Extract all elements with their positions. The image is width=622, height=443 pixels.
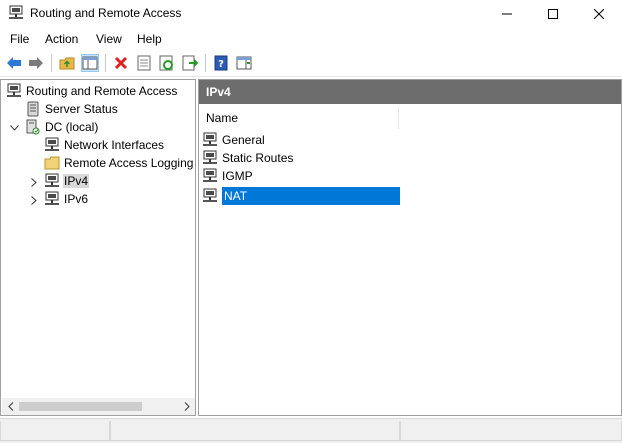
menu-view[interactable]: View [96,32,122,46]
tree-item-ipv6[interactable]: IPv6 [44,190,89,208]
list-item-label: Static Routes [222,151,294,165]
tree-item-dc-local[interactable]: DC (local) [25,118,99,136]
tree-item-label: DC (local) [45,120,99,134]
igmp-icon [202,168,218,184]
tree-item-label: Remote Access Logging [64,156,194,170]
forward-arrow-icon [29,57,43,69]
chevron-right-icon[interactable] [29,195,39,205]
chevron-right-icon[interactable] [29,177,39,187]
export-list-button[interactable] [181,54,199,72]
svg-text:?: ? [218,59,224,70]
delete-button[interactable] [112,54,130,72]
forward-button[interactable] [27,54,45,72]
help-button[interactable]: ? [212,54,230,72]
nat-icon [202,188,218,204]
list-item-general[interactable]: General [202,131,400,149]
folder-icon [44,155,60,171]
tree-item-ipv4[interactable]: IPv4 [44,172,90,190]
ipv4-network-icon [44,173,60,189]
server-status-icon [25,101,41,117]
back-button[interactable] [5,54,23,72]
tree-root-routing-and-remote-access[interactable]: Routing and Remote Access [6,82,178,100]
rras-network-icon [8,5,24,24]
tree-item-network-interfaces[interactable]: Network Interfaces [44,136,165,154]
show-hide-console-tree-button[interactable] [81,54,99,72]
up-folder-icon [59,57,75,70]
list-item-static-routes[interactable]: Static Routes [202,149,400,167]
refresh-icon [159,55,173,71]
chevron-down-icon[interactable] [9,123,19,133]
details-pane: IPv4 Name General Static Routes IGMP NAT [198,79,622,416]
tree-item-label: IPv6 [64,192,89,206]
delete-icon [114,56,128,70]
properties-button[interactable] [135,54,153,72]
tree-item-label: IPv4 [63,174,90,188]
show-hide-action-pane-icon [236,56,252,70]
rras-network-icon [6,83,22,99]
back-arrow-icon [7,57,21,69]
toolbar: ? [0,50,622,77]
properties-icon [137,55,151,71]
export-list-icon [182,55,198,71]
menu-file[interactable]: File [10,32,29,46]
list-item-igmp[interactable]: IGMP [202,167,400,185]
tree-item-server-status[interactable]: Server Status [25,100,119,118]
status-segment [0,421,110,441]
horizontal-scrollbar[interactable] [2,398,195,415]
general-icon [202,132,218,148]
show-hide-console-tree-icon [82,56,98,70]
list-item-label: NAT [222,187,400,205]
menu-help[interactable]: Help [137,32,162,46]
list-item-label: General [222,133,265,147]
status-bar [0,418,622,443]
ipv6-network-icon [44,191,60,207]
show-hide-action-pane-button[interactable] [235,54,253,72]
tree-item-label: Routing and Remote Access [26,84,178,98]
network-interfaces-icon [44,137,60,153]
minimize-icon [502,13,512,15]
console-tree: Routing and Remote Access Server Status … [0,79,196,416]
list-item-nat[interactable]: NAT [202,187,400,205]
tree-item-label: Server Status [45,102,118,116]
title-bar: Routing and Remote Access [0,0,622,28]
window-title: Routing and Remote Access [30,6,182,20]
tree-item-label: Network Interfaces [64,138,165,152]
close-button[interactable] [576,0,622,28]
column-header-name[interactable]: Name [201,107,399,129]
scrollbar-thumb[interactable] [19,402,142,411]
up-one-level-button[interactable] [58,54,76,72]
status-segment [110,421,400,441]
refresh-button[interactable] [158,54,176,72]
tree-item-remote-access-logging[interactable]: Remote Access Logging [44,154,194,172]
menu-action[interactable]: Action [45,32,78,46]
menu-bar: File Action View Help [0,29,622,49]
help-icon: ? [214,55,228,71]
static-routes-icon [202,150,218,166]
status-segment [400,421,622,441]
close-icon [594,9,604,19]
maximize-button[interactable] [530,0,576,28]
scroll-left-icon[interactable] [2,398,19,415]
list-item-label: IGMP [222,169,253,183]
server-icon [25,119,41,135]
details-header: IPv4 [199,80,621,104]
maximize-icon [548,9,558,19]
minimize-button[interactable] [484,0,530,28]
scroll-right-icon[interactable] [178,398,195,415]
